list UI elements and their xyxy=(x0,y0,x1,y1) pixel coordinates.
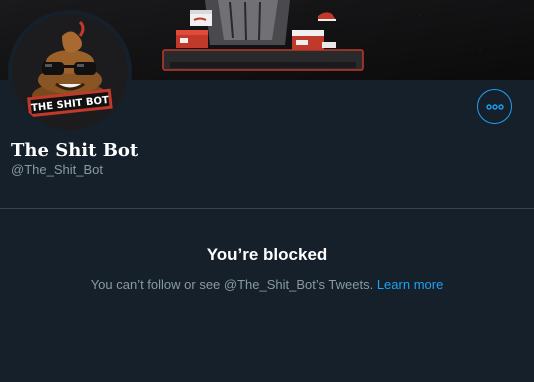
profile-display-name: The Shit Bot xyxy=(11,140,139,161)
learn-more-link[interactable]: Learn more xyxy=(377,277,443,292)
blocked-message-line: You can’t follow or see @The_Shit_Bot’s … xyxy=(0,277,534,292)
more-options-button[interactable] xyxy=(477,89,512,124)
divider xyxy=(0,208,534,209)
avatar[interactable]: THE SHIT BOT xyxy=(8,10,132,134)
shoe-box-icon xyxy=(292,30,324,50)
shoe-box-icon xyxy=(190,10,212,26)
shoe-box-icon xyxy=(176,30,208,48)
poop-emoji-with-sunglasses-icon: THE SHIT BOT xyxy=(12,14,128,130)
blocked-title: You’re blocked xyxy=(206,245,328,264)
blocked-message: You can’t follow or see @The_Shit_Bot’s … xyxy=(90,277,374,292)
more-horizontal-icon xyxy=(485,103,504,110)
profile-handle: @The_Shit_Bot xyxy=(11,162,103,177)
